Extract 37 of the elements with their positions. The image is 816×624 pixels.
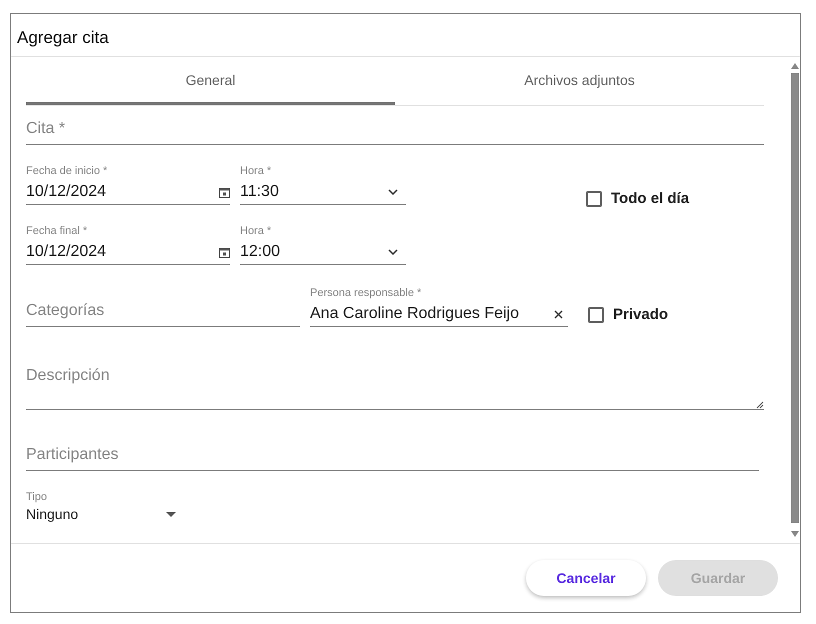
text-area[interactable]: Descripción bbox=[26, 363, 764, 410]
input-field[interactable]: Cita * bbox=[26, 120, 764, 145]
field-label: Hora * bbox=[240, 225, 272, 237]
time-field[interactable]: Hora * 12:00 bbox=[240, 225, 406, 265]
field-value: Ana Caroline Rodrigues Feijo bbox=[310, 305, 519, 323]
input-field[interactable]: Categorías bbox=[26, 302, 300, 327]
calendar-icon[interactable] bbox=[219, 246, 230, 258]
dialog-title: Agregar cita bbox=[11, 14, 800, 57]
select-value[interactable]: Ninguno bbox=[26, 506, 78, 522]
field-value: 10/12/2024 bbox=[26, 243, 106, 261]
field-label: Fecha de inicio * bbox=[26, 165, 108, 177]
resize-handle-icon[interactable] bbox=[756, 401, 764, 409]
chevron-down-icon[interactable] bbox=[388, 249, 398, 255]
field-label: Fecha final * bbox=[26, 225, 88, 237]
field-value: 12:00 bbox=[240, 243, 280, 261]
field-value: 10/12/2024 bbox=[26, 183, 106, 201]
field-label: Persona responsable * bbox=[310, 287, 422, 299]
dropdown-arrow-icon[interactable] bbox=[166, 512, 176, 516]
date-field[interactable]: Fecha final * 10/12/2024 bbox=[26, 225, 230, 265]
field-label: Tipo bbox=[26, 491, 48, 503]
calendar-icon[interactable] bbox=[219, 186, 230, 198]
placeholder: Descripción bbox=[26, 366, 111, 386]
checkbox[interactable] bbox=[588, 306, 604, 322]
field-value: 11:30 bbox=[240, 183, 279, 201]
clear-icon[interactable] bbox=[554, 310, 563, 318]
dialog-button[interactable]: Cancelar bbox=[526, 560, 646, 596]
checkbox[interactable] bbox=[586, 190, 602, 206]
time-field[interactable]: Hora * 11:30 bbox=[240, 165, 406, 205]
tab[interactable]: General bbox=[26, 57, 395, 105]
chevron-down-icon[interactable] bbox=[388, 189, 398, 195]
date-field[interactable]: Fecha de inicio * 10/12/2024 bbox=[26, 165, 230, 205]
select-field[interactable]: Persona responsable * Ana Caroline Rodrigues Feijo bbox=[310, 287, 568, 327]
checkbox-label: Todo el día bbox=[611, 190, 690, 207]
field-label: Hora * bbox=[240, 165, 272, 177]
input-field[interactable]: Participantes bbox=[26, 446, 759, 471]
checkbox-label: Privado bbox=[613, 306, 668, 323]
tab[interactable]: Archivos adjuntos bbox=[395, 57, 764, 105]
